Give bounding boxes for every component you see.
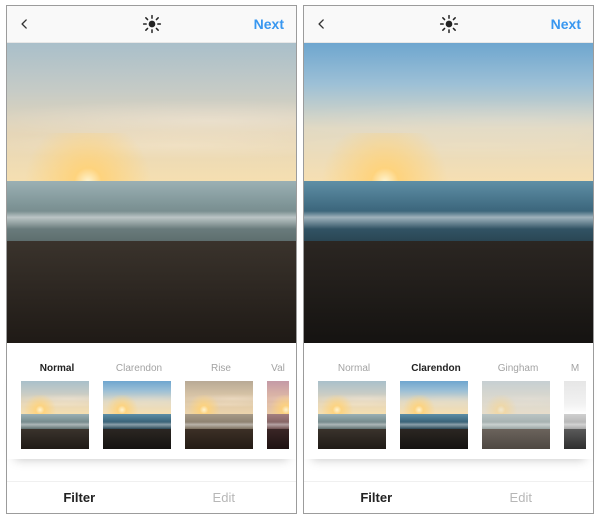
filter-label: Clarendon [103, 363, 175, 375]
filter-thumb [21, 381, 89, 449]
filter-thumb [400, 381, 468, 449]
filter-item-normal[interactable]: Normal [318, 363, 390, 449]
filter-strip-wrap: Normal Clarendon Gingham [304, 343, 593, 481]
bottom-tabs: Filter Edit [7, 481, 296, 513]
filter-thumb [267, 381, 289, 449]
main-photo[interactable] [304, 43, 593, 343]
photo-sky [304, 43, 593, 181]
filter-thumb [185, 381, 253, 449]
tab-edit[interactable]: Edit [152, 490, 297, 505]
two-screens-container: Next Normal Clarendon [0, 0, 600, 519]
filter-item-rise[interactable]: Rise [185, 363, 257, 449]
header: Next [304, 6, 593, 43]
filter-item-valencia[interactable]: Val [267, 363, 289, 449]
brightness-button[interactable] [439, 14, 459, 34]
filter-label: Rise [185, 363, 257, 375]
filter-strip[interactable]: Normal Clarendon Rise [7, 363, 296, 459]
next-button[interactable]: Next [551, 16, 593, 32]
photo-foam [304, 211, 593, 229]
brightness-icon [142, 14, 162, 34]
brightness-button[interactable] [142, 14, 162, 34]
filter-thumb [482, 381, 550, 449]
filter-label: Val [267, 363, 289, 375]
filter-item-clarendon[interactable]: Clarendon [103, 363, 175, 449]
next-button[interactable]: Next [254, 16, 296, 32]
back-button[interactable] [304, 6, 340, 42]
filter-strip-wrap: Normal Clarendon Rise [7, 343, 296, 481]
filter-item-gingham[interactable]: Gingham [482, 363, 554, 449]
photo-sky [7, 43, 296, 181]
main-photo[interactable] [7, 43, 296, 343]
header: Next [7, 6, 296, 43]
screen-right: Next Normal Clarendon [304, 6, 593, 513]
filter-item-moon[interactable]: M [564, 363, 586, 449]
filter-thumb [564, 381, 586, 449]
filter-label: Normal [21, 363, 93, 375]
filter-label: Normal [318, 363, 390, 375]
filter-thumb [318, 381, 386, 449]
filter-label: M [564, 363, 586, 375]
photo-sand [7, 241, 296, 343]
photo-sand [304, 241, 593, 343]
chevron-left-icon [18, 17, 32, 31]
filter-strip[interactable]: Normal Clarendon Gingham [304, 363, 593, 459]
screen-left: Next Normal Clarendon [7, 6, 296, 513]
tab-filter[interactable]: Filter [7, 490, 152, 505]
bottom-tabs: Filter Edit [304, 481, 593, 513]
photo-foam [7, 211, 296, 229]
tab-edit[interactable]: Edit [449, 490, 594, 505]
chevron-left-icon [315, 17, 329, 31]
back-button[interactable] [7, 6, 43, 42]
filter-thumb [103, 381, 171, 449]
filter-label: Clarendon [400, 363, 472, 375]
brightness-icon [439, 14, 459, 34]
tab-filter[interactable]: Filter [304, 490, 449, 505]
filter-label: Gingham [482, 363, 554, 375]
filter-item-normal[interactable]: Normal [21, 363, 93, 449]
filter-item-clarendon[interactable]: Clarendon [400, 363, 472, 449]
